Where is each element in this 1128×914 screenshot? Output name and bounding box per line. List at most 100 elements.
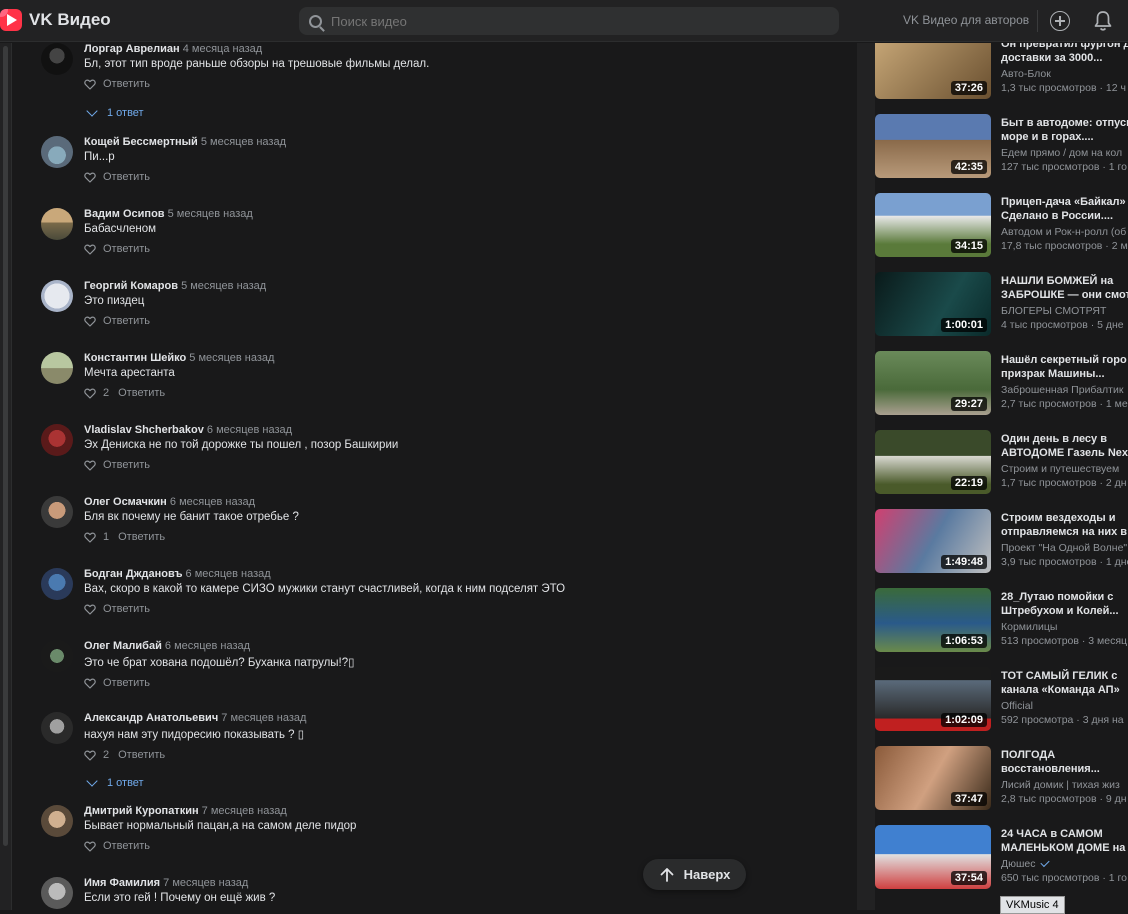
comment-author[interactable]: Vladislav Shcherbakov bbox=[84, 424, 204, 436]
video-thumbnail[interactable]: 1:00:01 bbox=[875, 272, 991, 336]
recommended-video[interactable]: 29:27 Нашёл секретный горо призрак Машин… bbox=[875, 351, 1128, 417]
comment-author[interactable]: Георгий Комаров bbox=[84, 280, 178, 292]
reply-button[interactable]: Ответить bbox=[118, 387, 165, 399]
reply-button[interactable]: Ответить bbox=[118, 531, 165, 543]
video-thumbnail[interactable]: 37:54 bbox=[875, 825, 991, 889]
channel-name[interactable]: Official bbox=[1001, 700, 1033, 712]
video-title-line2[interactable]: АВТОДОМЕ Газель Next bbox=[1001, 446, 1128, 460]
like-heart-icon[interactable] bbox=[84, 604, 96, 615]
comment-author[interactable]: Александр Анатольевич bbox=[84, 712, 218, 724]
vk-video-logo[interactable]: VK Видео bbox=[0, 9, 111, 31]
channel-name[interactable]: Дюшес bbox=[1001, 858, 1036, 870]
video-title[interactable]: Прицеп-дача «Байкал» bbox=[1001, 195, 1128, 209]
channel-name[interactable]: Заброшенная Прибалтик bbox=[1001, 384, 1123, 396]
video-thumbnail[interactable]: 34:15 bbox=[875, 193, 991, 257]
video-title[interactable]: 28_Лутаю помойки с bbox=[1001, 590, 1128, 604]
page-scrollbar[interactable] bbox=[3, 46, 8, 846]
reply-button[interactable]: Ответить bbox=[103, 78, 150, 90]
search-input[interactable] bbox=[331, 13, 507, 29]
video-title-line2[interactable]: ЗАБРОШКЕ — они смот bbox=[1001, 288, 1128, 302]
video-title[interactable]: Быт в автодоме: отпуск bbox=[1001, 116, 1128, 130]
channel-name[interactable]: Едем прямо / дом на кол bbox=[1001, 147, 1122, 159]
video-title[interactable]: Нашёл секретный горо bbox=[1001, 353, 1128, 367]
like-heart-icon[interactable] bbox=[84, 750, 96, 761]
video-title-line2[interactable]: море и в горах.... bbox=[1001, 130, 1128, 144]
avatar[interactable] bbox=[41, 280, 73, 312]
scroll-to-top-button[interactable]: Наверх bbox=[643, 859, 746, 890]
comment-author[interactable]: Бодган Дждановъ bbox=[84, 568, 182, 580]
video-title-line2[interactable]: Штребухом и Колей... bbox=[1001, 604, 1128, 618]
video-channel[interactable]: БЛОГЕРЫ СМОТРЯТ bbox=[1001, 305, 1128, 318]
like-heart-icon[interactable] bbox=[84, 316, 96, 327]
like-heart-icon[interactable] bbox=[84, 678, 96, 689]
video-thumbnail[interactable]: 22:19 bbox=[875, 430, 991, 494]
avatar[interactable] bbox=[41, 352, 73, 384]
channel-name[interactable]: Лисий домик | тихая жиз bbox=[1001, 779, 1120, 791]
reply-button[interactable]: Ответить bbox=[103, 243, 150, 255]
avatar[interactable] bbox=[41, 208, 73, 240]
video-thumbnail[interactable]: 29:27 bbox=[875, 351, 991, 415]
reply-button[interactable]: Ответить bbox=[118, 749, 165, 761]
recommended-video[interactable]: 22:19 Один день в лесу в АВТОДОМЕ Газель… bbox=[875, 430, 1128, 496]
reply-button[interactable]: Ответить bbox=[103, 315, 150, 327]
channel-name[interactable]: Кормилицы bbox=[1001, 621, 1057, 633]
video-thumbnail[interactable]: 1:49:48 bbox=[875, 509, 991, 573]
avatar[interactable] bbox=[41, 877, 73, 909]
recommended-video[interactable]: 1:49:48 Строим вездеходы и отправляемся … bbox=[875, 509, 1128, 575]
recommended-video[interactable]: 1:00:01 НАШЛИ БОМЖЕЙ на ЗАБРОШКЕ — они с… bbox=[875, 272, 1128, 338]
show-replies-button[interactable]: 1 ответ bbox=[86, 105, 144, 119]
comment-author[interactable]: Константин Шейко bbox=[84, 352, 186, 364]
channel-name[interactable]: Строим и путешествуем bbox=[1001, 463, 1119, 475]
like-heart-icon[interactable] bbox=[84, 172, 96, 183]
video-title[interactable]: ТОТ САМЫЙ ГЕЛИК с bbox=[1001, 669, 1128, 683]
recommended-video[interactable]: 37:47 ПОЛГОДА восстановления... Лисий до… bbox=[875, 746, 1128, 812]
comment-author[interactable]: Кощей Бессмертный bbox=[84, 136, 198, 148]
video-title[interactable]: ПОЛГОДА bbox=[1001, 748, 1128, 762]
recommended-video[interactable]: 1:02:09 ТОТ САМЫЙ ГЕЛИК с канала «Команд… bbox=[875, 667, 1128, 733]
avatar[interactable] bbox=[41, 496, 73, 528]
video-thumbnail[interactable]: 37:26 bbox=[875, 43, 991, 99]
video-title-line2[interactable]: канала «Команда АП» bbox=[1001, 683, 1128, 697]
avatar[interactable] bbox=[41, 640, 73, 672]
notifications-bell-icon[interactable] bbox=[1093, 10, 1113, 32]
like-heart-icon[interactable] bbox=[84, 532, 96, 543]
reply-button[interactable]: Ответить bbox=[103, 603, 150, 615]
reply-button[interactable]: Ответить bbox=[103, 171, 150, 183]
channel-name[interactable]: Авто-Блок bbox=[1001, 68, 1051, 80]
reply-button[interactable]: Ответить bbox=[103, 459, 150, 471]
video-title-line2[interactable]: МАЛЕНЬКОМ ДОМЕ на bbox=[1001, 841, 1128, 855]
video-title[interactable]: Он превратил фургон д bbox=[1001, 43, 1128, 51]
video-channel[interactable]: Едем прямо / дом на кол bbox=[1001, 147, 1128, 160]
like-heart-icon[interactable] bbox=[84, 460, 96, 471]
comment-author[interactable]: Имя Фамилия bbox=[84, 877, 160, 889]
video-title[interactable]: НАШЛИ БОМЖЕЙ на bbox=[1001, 274, 1128, 288]
recommended-video[interactable]: 42:35 Быт в автодоме: отпуск море и в го… bbox=[875, 114, 1128, 180]
recommended-video[interactable]: 37:54 24 ЧАСА в САМОМ МАЛЕНЬКОМ ДОМЕ на … bbox=[875, 825, 1128, 891]
like-heart-icon[interactable] bbox=[84, 79, 96, 90]
video-thumbnail[interactable]: 37:47 bbox=[875, 746, 991, 810]
for-authors-link[interactable]: VK Видео для авторов bbox=[903, 13, 1029, 27]
avatar[interactable] bbox=[41, 568, 73, 600]
recommended-video[interactable]: 1:06:53 28_Лутаю помойки с Штребухом и К… bbox=[875, 588, 1128, 654]
like-heart-icon[interactable] bbox=[84, 244, 96, 255]
video-channel[interactable]: Лисий домик | тихая жиз bbox=[1001, 779, 1128, 792]
video-thumbnail[interactable]: 42:35 bbox=[875, 114, 991, 178]
video-title[interactable]: 24 ЧАСА в САМОМ bbox=[1001, 827, 1128, 841]
reply-button[interactable]: Ответить bbox=[103, 840, 150, 852]
comment-author[interactable]: Вадим Осипов bbox=[84, 208, 165, 220]
show-replies-button[interactable]: 1 ответ bbox=[86, 775, 144, 789]
reply-button[interactable]: Ответить bbox=[103, 677, 150, 689]
video-channel[interactable]: Дюшес bbox=[1001, 857, 1128, 871]
video-channel[interactable]: Строим и путешествуем bbox=[1001, 463, 1128, 476]
avatar[interactable] bbox=[41, 424, 73, 456]
comment-author[interactable]: Олег Осмачкин bbox=[84, 496, 167, 508]
video-title[interactable]: Один день в лесу в bbox=[1001, 432, 1128, 446]
avatar[interactable] bbox=[41, 136, 73, 168]
video-thumbnail[interactable]: 1:02:09 bbox=[875, 667, 991, 731]
video-title-line2[interactable]: доставки за 3000... bbox=[1001, 51, 1128, 65]
video-title-line2[interactable]: призрак Машины... bbox=[1001, 367, 1128, 381]
recommended-video[interactable]: 37:26 Он превратил фургон д доставки за … bbox=[875, 43, 1128, 101]
avatar[interactable] bbox=[41, 805, 73, 837]
recommended-video[interactable]: 34:15 Прицеп-дача «Байкал» Сделано в Рос… bbox=[875, 193, 1128, 259]
video-thumbnail[interactable]: 1:06:53 bbox=[875, 588, 991, 652]
